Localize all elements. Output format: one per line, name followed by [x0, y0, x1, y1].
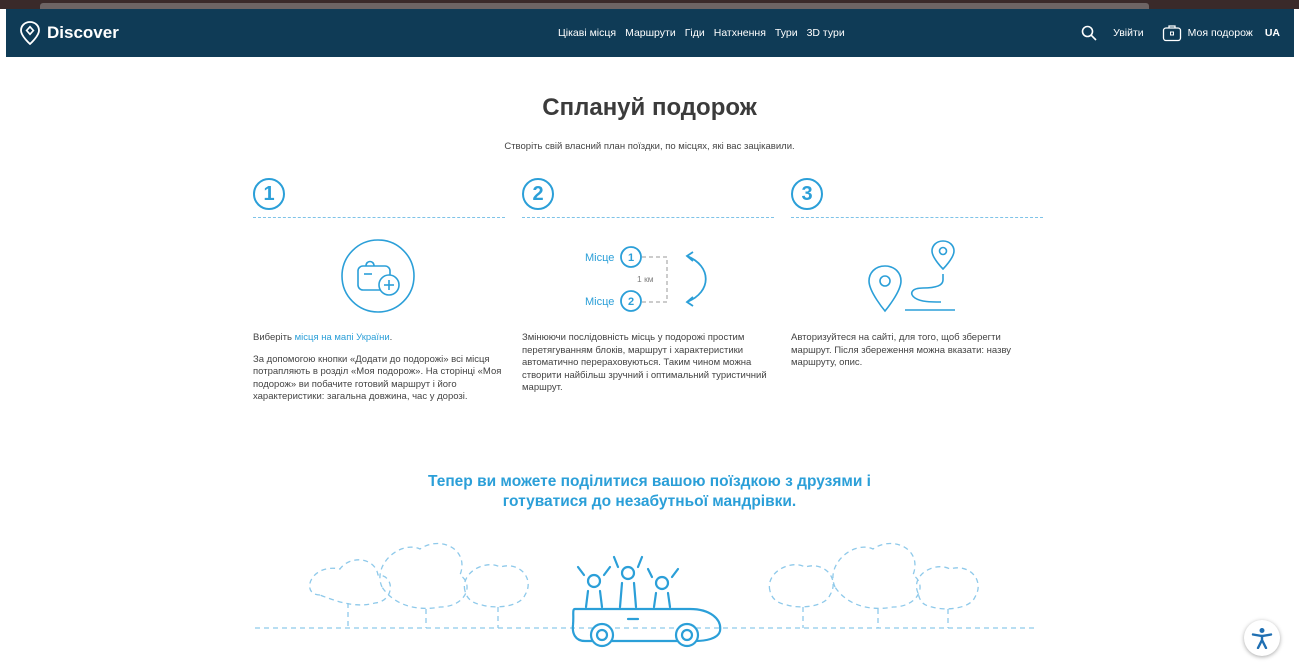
my-trip-button[interactable]: Моя подорож — [1162, 24, 1253, 42]
share-line-2: готуватися до незабутньої мандрівки. — [502, 493, 797, 510]
search-icon[interactable] — [1081, 25, 1097, 41]
nav-item-guides[interactable]: Гіди — [685, 27, 705, 39]
accessibility-button[interactable] — [1244, 620, 1280, 656]
logo-text: Discover — [47, 23, 119, 42]
nav-item-3d-tours[interactable]: 3D тури — [807, 27, 845, 39]
step-2-header: 2 — [522, 178, 774, 218]
step-divider — [791, 217, 1043, 218]
site-header: Discover Цікаві місця Маршрути Гіди Натх… — [6, 9, 1294, 57]
place-1-label: Місце — [585, 252, 614, 264]
step-3-description: Авторизуйтеся на сайті, для того, щоб зб… — [791, 332, 1012, 368]
step-3-text: Авторизуйтеся на сайті, для того, щоб зб… — [791, 332, 1043, 379]
nav-item-places[interactable]: Цікаві місця — [558, 27, 616, 39]
language-switch[interactable]: UA — [1265, 27, 1280, 39]
step-number: 2 — [522, 178, 554, 210]
step-number: 3 — [791, 178, 823, 210]
step-divider — [522, 217, 774, 218]
main-nav: Цікаві місця Маршрути Гіди Натхнення Тур… — [558, 9, 845, 57]
distance-label: 1 км — [637, 274, 654, 284]
share-message: Тепер ви можете поділитися вашою поїздко… — [0, 472, 1299, 512]
page-subtitle: Створіть свій власний план поїздки, по м… — [504, 141, 795, 152]
map-link[interactable]: місця на мапі України — [295, 332, 390, 343]
step-number: 1 — [253, 178, 285, 210]
suitcase-icon — [1162, 25, 1181, 42]
step-2-text: Змінюючи послідовність місць у подорожі … — [522, 332, 774, 404]
step-1-text: Виберіть місця на мапі України. За допом… — [253, 332, 505, 413]
route-pin-icon — [868, 240, 955, 313]
step-divider — [253, 217, 505, 218]
logo[interactable]: Discover — [20, 21, 119, 45]
reorder-diagram: Місце 1 1 км Місце 2 — [585, 246, 707, 312]
step-1-lead: Виберіть місця на мапі України. — [253, 332, 505, 345]
step-1-lead-suffix: . — [389, 332, 393, 343]
my-trip-label: Моя подорож — [1187, 27, 1253, 39]
step-3-header: 3 — [791, 178, 1043, 218]
map-pin-diamond-icon — [20, 21, 40, 45]
step-1-lead-prefix: Виберіть — [253, 332, 295, 343]
place-1-number: 1 — [628, 252, 634, 264]
header-actions: Увійти Моя подорож UA — [1081, 9, 1280, 57]
place-2-label: Місце — [585, 296, 614, 308]
nav-item-routes[interactable]: Маршрути — [625, 27, 676, 39]
browser-top-strip — [0, 0, 1299, 9]
share-line-1: Тепер ви можете поділитися вашою поїздко… — [428, 473, 871, 490]
step-1-header: 1 — [253, 178, 505, 218]
accessibility-icon — [1251, 628, 1273, 649]
nav-item-tours[interactable]: Тури — [775, 27, 798, 39]
page-title: Сплануй подорож — [542, 94, 757, 121]
step-1-description: За допомогою кнопки «Додати до подорожі»… — [253, 353, 502, 403]
bag-add-icon — [341, 239, 415, 313]
step-2-description: Змінюючи послідовність місць у подорожі … — [522, 332, 767, 393]
road-trip-illustration — [255, 542, 1035, 648]
login-link[interactable]: Увійти — [1113, 27, 1144, 39]
nav-item-inspiration[interactable]: Натхнення — [714, 27, 766, 39]
place-2-number: 2 — [628, 296, 634, 308]
